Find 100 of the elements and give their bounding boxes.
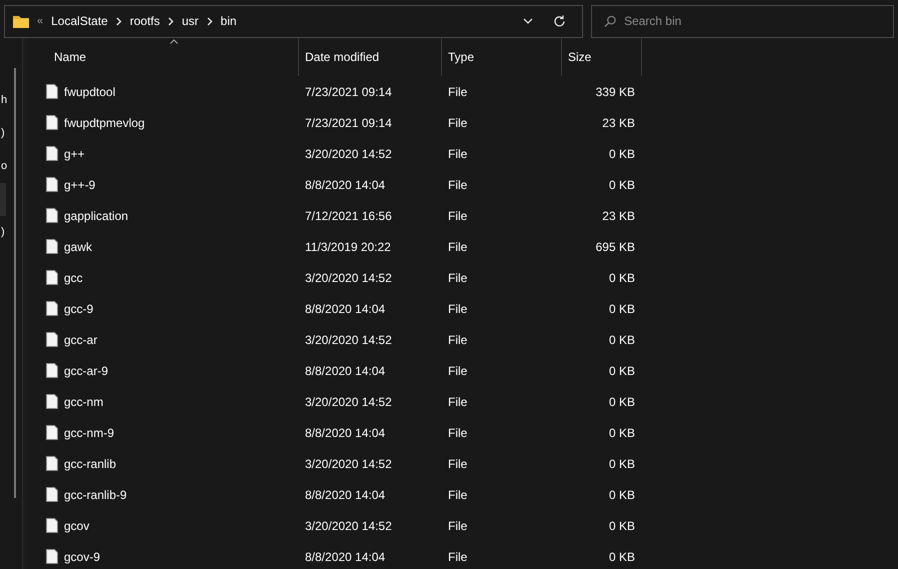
- file-icon: [46, 146, 58, 161]
- file-icon: [46, 456, 58, 471]
- chevron-right-icon[interactable]: [168, 16, 174, 26]
- file-type: File: [448, 426, 468, 440]
- column-header[interactable]: Name: [42, 38, 299, 76]
- column-header[interactable]: Date modified: [299, 38, 442, 76]
- search-icon: [604, 14, 616, 28]
- file-name[interactable]: fwupdtool: [64, 82, 116, 100]
- file-type: File: [448, 364, 468, 378]
- file-size: 695 KB: [596, 238, 635, 256]
- date-modified: 7/23/2021 09:14: [305, 84, 392, 98]
- file-icon: [46, 332, 58, 347]
- breadcrumb[interactable]: usr: [178, 12, 203, 30]
- date-modified: 3/20/2020 14:52: [305, 518, 392, 532]
- date-modified: 7/12/2021 16:56: [305, 208, 392, 222]
- file-icon: [46, 84, 58, 99]
- file-name[interactable]: gcc-ar: [64, 330, 98, 348]
- address-bar[interactable]: « LocalState rootfs usr bin: [4, 4, 583, 38]
- file-icon: [46, 270, 58, 285]
- date-modified: 3/20/2020 14:52: [305, 332, 392, 346]
- nav-item[interactable]: ): [0, 117, 10, 150]
- file-name[interactable]: gcc-ranlib: [64, 454, 116, 472]
- file-icon: [46, 487, 58, 502]
- date-modified: 8/8/2020 14:04: [305, 550, 386, 564]
- date-modified: 11/3/2019 20:22: [305, 240, 391, 254]
- date-modified: 3/20/2020 14:52: [305, 270, 392, 284]
- file-type: File: [448, 178, 468, 192]
- file-type: File: [448, 208, 468, 222]
- file-size: 0 KB: [608, 456, 635, 472]
- file-icon: [46, 363, 58, 378]
- file-size: 0 KB: [608, 394, 635, 410]
- file-icon: [46, 549, 58, 564]
- nav-item[interactable]: ): [0, 216, 10, 249]
- date-modified: 3/20/2020 14:52: [305, 394, 392, 408]
- breadcrumb[interactable]: LocalState: [47, 12, 112, 30]
- file-size: 0 KB: [608, 146, 635, 162]
- file-name[interactable]: gcov-9: [64, 548, 100, 566]
- file-icon: [46, 518, 58, 533]
- file-size: 0 KB: [608, 424, 635, 442]
- file-icon: [46, 394, 58, 409]
- file-size: 0 KB: [608, 486, 635, 504]
- file-size: 23 KB: [602, 114, 635, 132]
- date-modified: 3/20/2020 14:52: [305, 146, 392, 160]
- breadcrumb[interactable]: rootfs: [126, 12, 164, 30]
- chevron-right-icon[interactable]: [206, 16, 213, 26]
- file-name[interactable]: gcc-ranlib-9: [64, 486, 127, 504]
- file-name[interactable]: gawk: [64, 238, 92, 256]
- date-modified: 8/8/2020 14:04: [305, 426, 386, 440]
- date-modified: 8/8/2020 14:04: [305, 302, 386, 316]
- file-type: File: [448, 302, 468, 316]
- search-field[interactable]: Search bin: [591, 4, 894, 38]
- file-name[interactable]: fwupdtpmevlog: [64, 114, 145, 132]
- dropdown-chevron-icon[interactable]: [523, 18, 533, 24]
- date-modified: 3/20/2020 14:52: [305, 456, 392, 470]
- column-header[interactable]: Type: [442, 38, 562, 76]
- nav-item[interactable]: o: [0, 150, 10, 183]
- file-type: File: [448, 146, 468, 160]
- file-name[interactable]: gcc-nm-9: [64, 424, 114, 442]
- date-modified: 7/23/2021 09:14: [305, 116, 392, 130]
- file-icon: [46, 177, 58, 192]
- date-modified: 8/8/2020 14:04: [305, 488, 386, 502]
- file-name[interactable]: gcc: [64, 268, 83, 286]
- file-size: 0 KB: [608, 548, 635, 566]
- file-type: File: [448, 116, 468, 130]
- file-name[interactable]: gcov: [64, 516, 90, 534]
- file-icon: [46, 115, 58, 130]
- chevron-right-icon[interactable]: [116, 16, 122, 26]
- search-input[interactable]: Search bin: [624, 12, 881, 30]
- file-type: File: [448, 332, 468, 346]
- date-modified: 8/8/2020 14:04: [305, 364, 386, 378]
- overflow-chevron[interactable]: «: [37, 12, 44, 30]
- file-name[interactable]: gapplication: [64, 206, 128, 224]
- breadcrumb[interactable]: bin: [216, 12, 241, 30]
- file-type: File: [448, 394, 468, 408]
- file-size: 0 KB: [608, 332, 635, 348]
- nav-item[interactable]: h: [0, 84, 10, 117]
- file-type: File: [448, 488, 468, 502]
- column-header[interactable]: Size: [562, 38, 642, 76]
- refresh-icon[interactable]: [553, 14, 566, 28]
- file-type: File: [448, 518, 468, 532]
- file-size: 23 KB: [602, 208, 635, 224]
- file-size: 0 KB: [608, 362, 635, 380]
- file-size: 0 KB: [608, 300, 635, 318]
- file-size: 0 KB: [608, 176, 635, 194]
- file-name[interactable]: g++-9: [64, 176, 96, 194]
- folder-icon: [13, 14, 29, 28]
- file-name[interactable]: gcc-9: [64, 300, 94, 318]
- scrollbar[interactable]: [14, 68, 16, 498]
- file-type: File: [448, 84, 468, 98]
- file-name[interactable]: g++: [64, 144, 85, 162]
- file-icon: [46, 425, 58, 440]
- file-size: 339 KB: [596, 84, 635, 100]
- file-name[interactable]: gcc-ar-9: [64, 362, 108, 380]
- file-type: File: [448, 240, 468, 254]
- file-type: File: [448, 456, 468, 470]
- file-name[interactable]: gcc-nm: [64, 392, 104, 410]
- file-size: 0 KB: [608, 518, 635, 534]
- date-modified: 8/8/2020 14:04: [305, 178, 386, 192]
- file-icon: [46, 239, 58, 254]
- file-icon: [46, 208, 58, 223]
